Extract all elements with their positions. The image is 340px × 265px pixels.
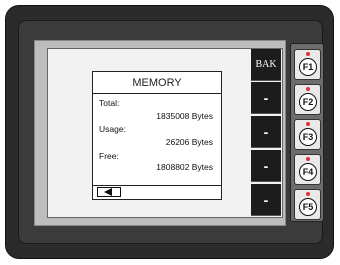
led-indicator xyxy=(306,122,310,126)
softkey-bak[interactable]: BAK xyxy=(251,49,281,81)
back-button[interactable] xyxy=(97,187,121,197)
led-indicator xyxy=(306,192,310,196)
softkey-4[interactable]: - xyxy=(251,150,281,182)
led-indicator xyxy=(306,87,310,91)
softkey-column: BAK - - - - xyxy=(251,49,281,217)
memory-dialog: MEMORY Total: 1835008 Bytes Usage: 26206… xyxy=(92,71,222,200)
f5-key-label: F5 xyxy=(299,198,317,216)
softkey-label: - xyxy=(263,89,269,106)
softkey-label: - xyxy=(263,123,269,140)
f3-key-label: F3 xyxy=(299,128,317,146)
f2-key[interactable]: F2 xyxy=(294,84,321,115)
free-label: Free: xyxy=(99,151,119,161)
led-indicator xyxy=(306,157,310,161)
softkey-3[interactable]: - xyxy=(251,116,281,148)
softkey-5[interactable]: - xyxy=(251,184,281,216)
dialog-footer xyxy=(93,185,221,199)
softkey-label: BAK xyxy=(255,59,277,70)
usage-label: Usage: xyxy=(99,124,126,134)
f4-key[interactable]: F4 xyxy=(294,154,321,185)
softkey-label: - xyxy=(263,157,269,174)
usage-value: 26206 Bytes xyxy=(165,137,213,147)
left-arrow-icon xyxy=(104,188,112,196)
f5-key[interactable]: F5 xyxy=(294,189,321,220)
function-key-panel: F1 F2 F3 F4 F5 xyxy=(290,43,324,222)
led-indicator xyxy=(306,52,310,56)
f1-key-label: F1 xyxy=(299,58,317,76)
total-value: 1835008 Bytes xyxy=(156,111,213,121)
f1-key[interactable]: F1 xyxy=(294,49,321,80)
f3-key[interactable]: F3 xyxy=(294,119,321,150)
total-label: Total: xyxy=(99,98,120,108)
f2-key-label: F2 xyxy=(299,93,317,111)
softkey-2[interactable]: - xyxy=(251,82,281,114)
dialog-title: MEMORY xyxy=(93,72,221,94)
free-value: 1808802 Bytes xyxy=(156,162,213,172)
f4-key-label: F4 xyxy=(299,163,317,181)
softkey-label: - xyxy=(263,191,269,208)
